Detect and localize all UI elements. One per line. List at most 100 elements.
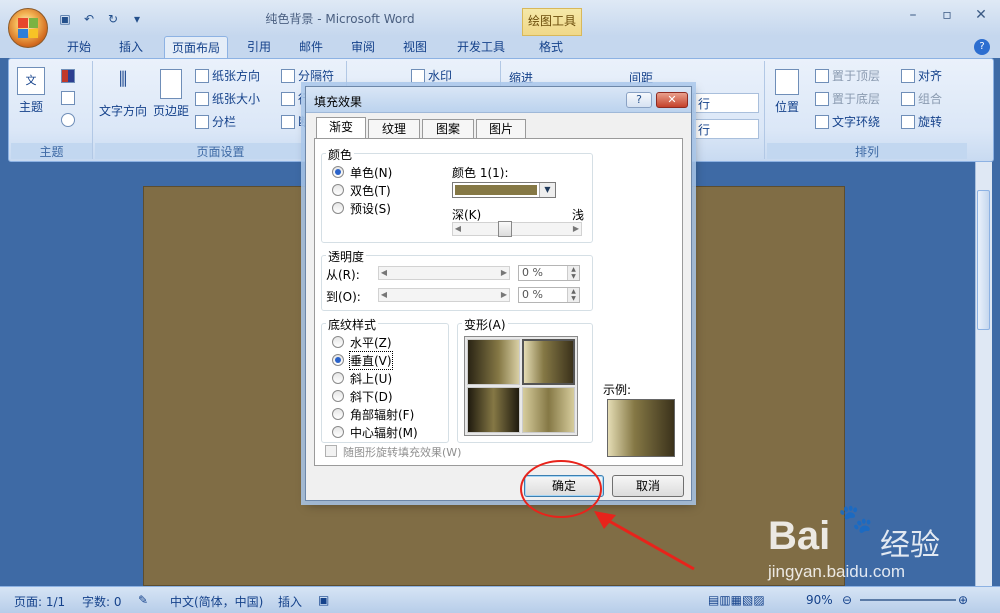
zoom-slider[interactable] [860,599,956,601]
tab-format[interactable]: 格式 [530,36,572,58]
tab-insert[interactable]: 插入 [112,36,150,58]
zoom-in-icon[interactable]: ⊕ [958,593,968,607]
position-button[interactable]: 位置 [775,69,799,115]
shade-slider[interactable]: ◀ ▶ [452,221,582,237]
bring-to-front-icon [815,68,829,83]
watermark-button[interactable]: 水印 [411,67,452,84]
horizontal-radio[interactable] [332,336,344,348]
to-right-arrow-icon[interactable]: ▶ [499,289,509,301]
spacing-before-input[interactable]: 行 [693,93,759,113]
close-icon[interactable]: ✕ [970,6,992,24]
from-slider[interactable]: ◀ ▶ [378,266,510,280]
status-words[interactable]: 字数: 0 [82,593,122,610]
theme-colors-button[interactable] [61,69,75,83]
customize-qat-icon[interactable]: ▾ [128,10,146,28]
tab-gradient[interactable]: 渐变 [316,117,366,139]
undo-icon[interactable]: ↶ [80,10,98,28]
tab-references[interactable]: 引用 [242,36,276,58]
zoom-level[interactable]: 90% [806,593,833,607]
to-label: 到(O): [326,290,361,304]
redo-icon[interactable]: ↻ [104,10,122,28]
help-icon[interactable]: ? [974,39,990,55]
two-colors-radio[interactable] [332,184,344,196]
vertical-scroll-thumb[interactable] [977,190,990,330]
variant-tile-2[interactable] [522,339,575,385]
from-corner-label: 角部辐射(F) [350,408,415,422]
maximize-icon[interactable]: ▫ [936,6,958,24]
rotate-button[interactable]: 旋转 [901,113,942,130]
indent-label: 缩进 [509,71,534,85]
proofing-icon[interactable]: ✎ [138,593,148,607]
macro-record-icon[interactable]: ▣ [318,593,329,607]
diagonal-up-label: 斜上(U) [350,372,393,386]
group-button[interactable]: 组合 [901,90,942,107]
minimize-icon[interactable]: – [902,6,924,24]
size-button[interactable]: 纸张大小 [195,90,260,107]
diagonal-down-radio[interactable] [332,390,344,402]
from-spinbox[interactable]: 0 % ▲ ▼ [518,265,580,281]
tab-texture[interactable]: 纹理 [368,119,420,139]
from-corner-radio[interactable] [332,408,344,420]
margins-button[interactable]: 页边距 [153,69,189,119]
text-wrapping-button[interactable]: 文字环绕 [815,113,880,130]
from-center-radio[interactable] [332,426,344,438]
variant-tile-3[interactable] [467,387,520,433]
from-right-arrow-icon[interactable]: ▶ [499,267,509,279]
tab-home[interactable]: 开始 [60,36,98,58]
office-button[interactable] [8,8,48,48]
send-to-back-icon [815,91,829,106]
to-slider[interactable]: ◀ ▶ [378,288,510,302]
shading-styles-legend: 底纹样式 [326,316,379,333]
annotation-arrow-shaft [601,515,695,571]
columns-button[interactable]: 分栏 [195,113,236,130]
themes-button[interactable]: 文 主题 [17,67,45,115]
zoom-out-icon[interactable]: ⊖ [842,593,852,607]
save-icon[interactable]: ▣ [56,10,74,28]
one-color-radio[interactable] [332,166,344,178]
preset-radio[interactable] [332,202,344,214]
status-language[interactable]: 中文(简体，中国) [170,593,263,610]
text-direction-button[interactable]: ⫼ 文字方向 [99,69,147,119]
orientation-button[interactable]: 纸张方向 [195,67,260,84]
bring-to-front-button[interactable]: 置于顶层 [815,67,880,84]
spin-arrows-icon[interactable]: ▲ ▼ [567,266,579,280]
status-page[interactable]: 页面: 1/1 [14,593,65,610]
status-insert-mode[interactable]: 插入 [278,593,302,610]
view-buttons-icon[interactable]: ▤▥▦▧▨ [708,593,765,607]
tab-pattern[interactable]: 图案 [422,119,474,139]
breaks-label: 分隔符 [298,69,335,83]
cancel-button[interactable]: 取消 [612,475,684,497]
dialog-close-button[interactable]: ✕ [656,92,688,108]
align-button[interactable]: 对齐 [901,67,942,84]
theme-colors-icon [61,69,75,83]
to-spinbox[interactable]: 0 % ▲ ▼ [518,287,580,303]
theme-effects-button[interactable] [61,113,75,127]
tab-view[interactable]: 视图 [398,36,432,58]
theme-fonts-button[interactable] [61,91,75,105]
spacing-after-input[interactable]: 行 [693,119,759,139]
rotate-with-shape-checkbox[interactable] [325,445,337,457]
dialog-help-button[interactable]: ? [626,92,652,108]
to-left-arrow-icon[interactable]: ◀ [379,289,389,301]
tab-developer[interactable]: 开发工具 [450,36,512,58]
color1-dropdown[interactable]: ▼ [452,182,556,198]
breaks-button[interactable]: 分隔符 [281,67,334,84]
from-left-arrow-icon[interactable]: ◀ [379,267,389,279]
two-colors-label: 双色(T) [350,184,391,198]
slider-left-arrow-icon[interactable]: ◀ [453,223,463,235]
variant-tile-1[interactable] [467,339,520,385]
vertical-radio[interactable] [332,354,344,366]
slider-right-arrow-icon[interactable]: ▶ [571,223,581,235]
title-bar: 纯色背景 - Microsoft Word 绘图工具 – ▫ ✕ [0,0,1000,36]
diagonal-up-radio[interactable] [332,372,344,384]
variant-tile-4[interactable] [522,387,575,433]
tab-picture[interactable]: 图片 [476,119,526,139]
dialog-title-bar: 填充效果 ? ✕ [306,87,691,113]
spin-arrows-icon[interactable]: ▲ ▼ [567,288,579,302]
chevron-down-icon[interactable]: ▼ [539,183,555,197]
tab-mailings[interactable]: 邮件 [294,36,328,58]
tab-page-layout[interactable]: 页面布局 [164,36,228,58]
tab-review[interactable]: 审阅 [346,36,380,58]
send-to-back-button[interactable]: 置于底层 [815,90,880,107]
shade-slider-thumb[interactable] [498,221,512,237]
